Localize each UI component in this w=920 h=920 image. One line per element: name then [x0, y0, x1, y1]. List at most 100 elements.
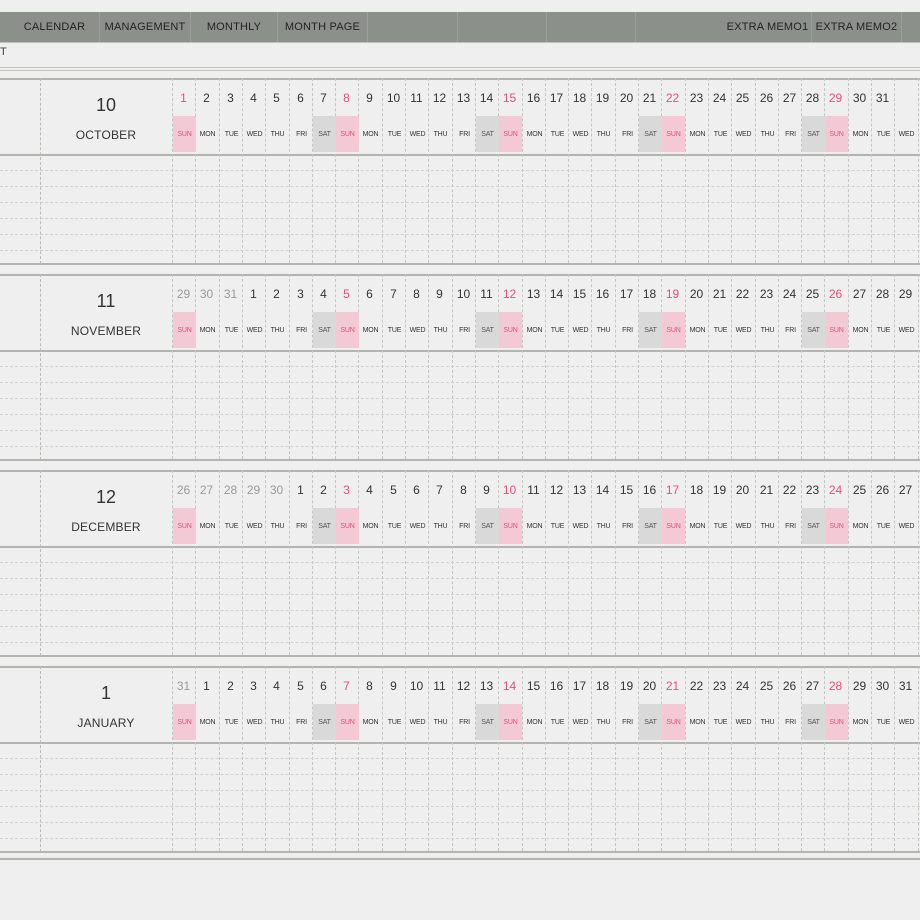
day-number[interactable]: 15: [615, 483, 638, 497]
day-number[interactable]: 7: [382, 287, 405, 301]
day-number[interactable]: 29: [824, 91, 847, 105]
day-number[interactable]: 16: [638, 483, 661, 497]
day-number[interactable]: 5: [289, 679, 312, 693]
day-number[interactable]: 28: [219, 483, 242, 497]
day-number[interactable]: 21: [708, 287, 731, 301]
day-number[interactable]: 2: [265, 287, 288, 301]
day-number[interactable]: 10: [382, 91, 405, 105]
day-number[interactable]: 12: [428, 91, 451, 105]
day-number[interactable]: 23: [685, 91, 708, 105]
day-number[interactable]: 23: [755, 287, 778, 301]
day-number[interactable]: 20: [615, 91, 638, 105]
day-number[interactable]: 13: [475, 679, 498, 693]
day-number[interactable]: 18: [568, 91, 591, 105]
day-number[interactable]: 30: [848, 91, 871, 105]
day-number[interactable]: 9: [428, 287, 451, 301]
day-number[interactable]: 17: [568, 679, 591, 693]
day-number[interactable]: 20: [685, 287, 708, 301]
day-number[interactable]: 3: [289, 287, 312, 301]
day-number[interactable]: 8: [452, 483, 475, 497]
day-number[interactable]: 27: [778, 91, 801, 105]
day-number[interactable]: 9: [475, 483, 498, 497]
day-number[interactable]: 20: [638, 679, 661, 693]
day-number[interactable]: 17: [615, 287, 638, 301]
day-number[interactable]: 4: [358, 483, 381, 497]
day-number[interactable]: 27: [801, 679, 824, 693]
day-number[interactable]: 19: [708, 483, 731, 497]
day-number[interactable]: 23: [708, 679, 731, 693]
day-number[interactable]: 30: [871, 679, 894, 693]
day-number[interactable]: 8: [335, 91, 358, 105]
day-number[interactable]: 16: [545, 679, 568, 693]
day-number[interactable]: 28: [824, 679, 847, 693]
day-number[interactable]: 16: [522, 91, 545, 105]
day-number[interactable]: 3: [335, 483, 358, 497]
day-number[interactable]: 21: [638, 91, 661, 105]
day-number[interactable]: 23: [801, 483, 824, 497]
day-number[interactable]: 10: [452, 287, 475, 301]
day-number[interactable]: 24: [708, 91, 731, 105]
tab-management[interactable]: MANAGEMENT: [100, 12, 191, 42]
day-number[interactable]: 8: [358, 679, 381, 693]
day-number[interactable]: 15: [568, 287, 591, 301]
day-number[interactable]: 17: [661, 483, 684, 497]
day-number[interactable]: 14: [591, 483, 614, 497]
day-number[interactable]: 22: [778, 483, 801, 497]
day-number[interactable]: 29: [894, 287, 917, 301]
day-number[interactable]: 18: [591, 679, 614, 693]
day-number[interactable]: 28: [871, 287, 894, 301]
day-number[interactable]: 25: [755, 679, 778, 693]
day-number[interactable]: 12: [545, 483, 568, 497]
day-number[interactable]: 30: [195, 287, 218, 301]
day-number[interactable]: 6: [312, 679, 335, 693]
day-number[interactable]: 25: [848, 483, 871, 497]
day-number[interactable]: 6: [358, 287, 381, 301]
day-number[interactable]: 13: [568, 483, 591, 497]
day-number[interactable]: 12: [452, 679, 475, 693]
day-number[interactable]: 1: [172, 91, 195, 105]
day-number[interactable]: 26: [871, 483, 894, 497]
day-number[interactable]: 6: [405, 483, 428, 497]
day-number[interactable]: 20: [731, 483, 754, 497]
day-number[interactable]: 17: [545, 91, 568, 105]
day-number[interactable]: 14: [498, 679, 521, 693]
day-number[interactable]: 19: [661, 287, 684, 301]
day-number[interactable]: 18: [638, 287, 661, 301]
day-number[interactable]: 13: [452, 91, 475, 105]
day-number[interactable]: 31: [871, 91, 894, 105]
day-number[interactable]: 7: [428, 483, 451, 497]
day-number[interactable]: 3: [242, 679, 265, 693]
day-number[interactable]: 24: [824, 483, 847, 497]
tab-calendar[interactable]: CALENDAR: [10, 12, 100, 42]
day-number[interactable]: 29: [242, 483, 265, 497]
day-number[interactable]: 4: [312, 287, 335, 301]
day-number[interactable]: 8: [405, 287, 428, 301]
day-number[interactable]: 4: [242, 91, 265, 105]
day-number[interactable]: 5: [382, 483, 405, 497]
day-number[interactable]: 2: [195, 91, 218, 105]
day-number[interactable]: 31: [219, 287, 242, 301]
day-number[interactable]: 11: [405, 91, 428, 105]
day-number[interactable]: 11: [475, 287, 498, 301]
day-number[interactable]: 15: [498, 91, 521, 105]
day-number[interactable]: 4: [265, 679, 288, 693]
day-number[interactable]: 18: [685, 483, 708, 497]
day-number[interactable]: 16: [591, 287, 614, 301]
day-number[interactable]: 6: [289, 91, 312, 105]
day-number[interactable]: 27: [894, 483, 917, 497]
day-number[interactable]: 26: [824, 287, 847, 301]
day-number[interactable]: 11: [522, 483, 545, 497]
tab-month-page[interactable]: MONTH PAGE: [278, 12, 368, 42]
day-number[interactable]: 10: [498, 483, 521, 497]
day-number[interactable]: 11: [428, 679, 451, 693]
tab-monthly[interactable]: MONTHLY: [191, 12, 278, 42]
day-number[interactable]: 21: [661, 679, 684, 693]
day-number[interactable]: 30: [265, 483, 288, 497]
day-number[interactable]: 31: [894, 679, 917, 693]
day-number[interactable]: 24: [778, 287, 801, 301]
day-number[interactable]: 22: [685, 679, 708, 693]
day-number[interactable]: 7: [335, 679, 358, 693]
day-number[interactable]: 19: [615, 679, 638, 693]
day-number[interactable]: 29: [172, 287, 195, 301]
day-number[interactable]: 12: [498, 287, 521, 301]
